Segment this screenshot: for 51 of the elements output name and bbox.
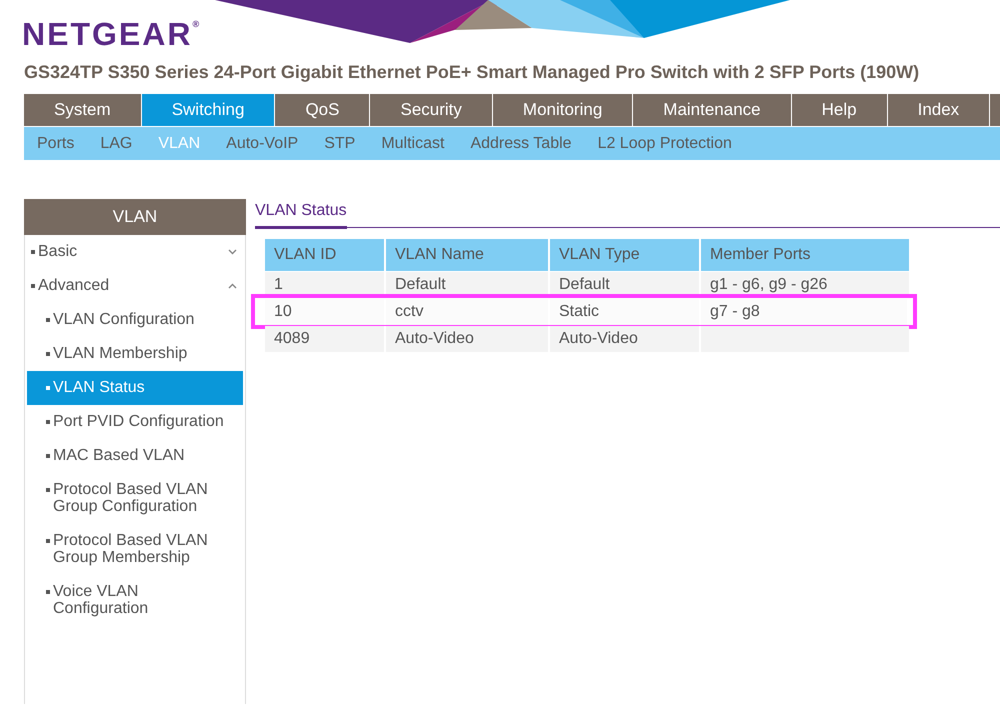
column-header: VLAN Name xyxy=(386,239,550,271)
sidebar-item[interactable]: VLAN Membership xyxy=(27,337,243,371)
sidebar-item[interactable]: Port PVID Configuration xyxy=(27,405,243,439)
bullet-icon xyxy=(46,539,50,543)
table-cell: Auto-Video xyxy=(386,326,550,352)
bullet-icon xyxy=(46,386,50,390)
product-title: GS324TP S350 Series 24-Port Gigabit Ethernet PoE+ Smart Managed Pro Switch with 2 SFP Ports (190W) xyxy=(24,62,920,83)
bullet-icon xyxy=(31,284,35,288)
subnav-link[interactable]: Ports xyxy=(24,127,88,160)
column-header: VLAN ID xyxy=(265,239,386,271)
column-header: Member Ports xyxy=(701,239,909,271)
bullet-icon xyxy=(46,454,50,458)
bullet-icon xyxy=(31,250,35,254)
nav-tab[interactable]: Monitoring xyxy=(492,94,634,126)
nav-tab[interactable]: Maintenance xyxy=(633,94,792,126)
sidebar-title: VLAN xyxy=(24,199,246,235)
subnav-link[interactable]: LAG xyxy=(87,127,146,160)
table-cell: cctv xyxy=(386,299,550,325)
bullet-icon xyxy=(46,488,50,492)
table-cell: g7 - g8 xyxy=(701,299,909,325)
subnav-link[interactable]: Auto-VoIP xyxy=(213,127,312,160)
bullet-icon xyxy=(46,590,50,594)
subnav-link[interactable]: STP xyxy=(311,127,368,160)
brand-logo: NETGEAR$^{®}$ xyxy=(22,18,200,50)
subnav-link[interactable]: L2 Loop Protection xyxy=(584,127,745,160)
sidebar-item[interactable]: Voice VLAN Configuration xyxy=(27,575,243,626)
sidebar-item[interactable]: Protocol Based VLAN Group Membership xyxy=(27,524,243,575)
sidebar-item[interactable]: VLAN Configuration xyxy=(27,303,243,337)
sidebar-item[interactable]: Basic xyxy=(27,235,243,269)
nav-tab[interactable]: Switching xyxy=(142,94,276,126)
nav-tab[interactable]: Help xyxy=(792,94,888,126)
table-cell: Auto-Video xyxy=(550,326,701,352)
column-header: VLAN Type xyxy=(550,239,701,271)
sidebar-item[interactable]: VLAN Status xyxy=(27,371,243,405)
subnav-link[interactable]: Multicast xyxy=(368,127,458,160)
table-cell: 4089 xyxy=(265,326,386,352)
nav-tab[interactable]: Index xyxy=(888,94,990,126)
nav-tab[interactable]: QoS xyxy=(275,94,370,126)
sidebar-item[interactable]: Advanced xyxy=(27,269,243,303)
bullet-icon xyxy=(46,318,50,322)
chevron-up-icon[interactable] xyxy=(228,283,237,289)
table-cell: Static xyxy=(550,299,701,325)
bullet-icon xyxy=(46,352,50,356)
sidebar-item[interactable]: MAC Based VLAN xyxy=(27,439,243,473)
panel-tab[interactable]: VLAN Status xyxy=(255,199,347,229)
nav-tab[interactable]: Security xyxy=(370,94,493,126)
sidebar-item[interactable]: Protocol Based VLAN Group Configuration xyxy=(27,473,243,524)
table-cell: 10 xyxy=(265,299,386,325)
bullet-icon xyxy=(46,420,50,424)
chevron-down-icon[interactable] xyxy=(228,249,237,255)
subnav-link[interactable]: Address Table xyxy=(457,127,585,160)
